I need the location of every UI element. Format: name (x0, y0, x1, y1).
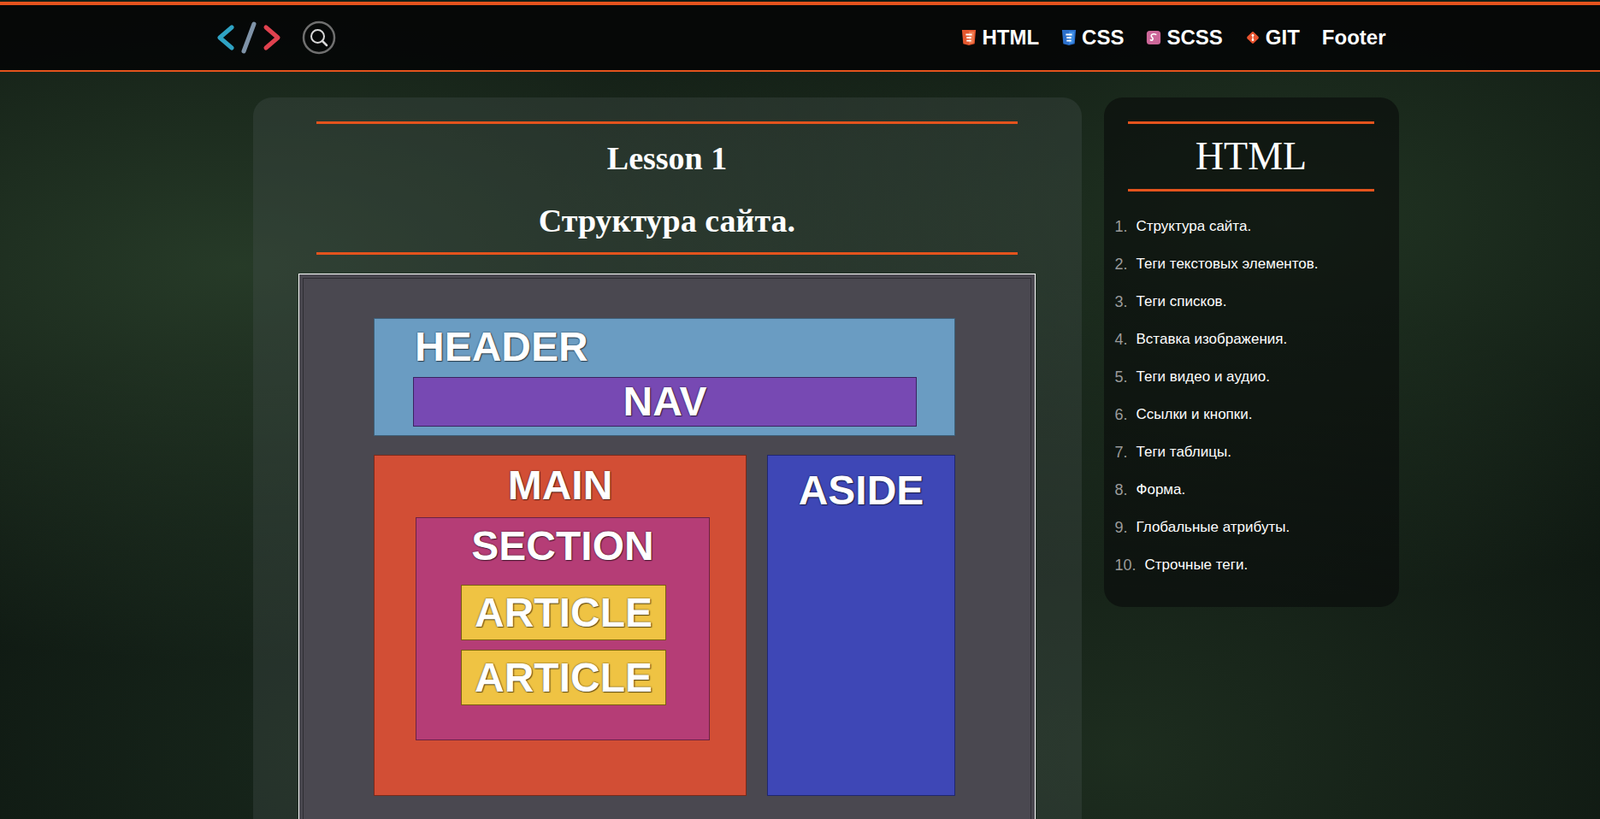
diagram-label: HEADER (413, 324, 955, 371)
diagram-nav-block: NAV (413, 377, 917, 427)
content: Lesson 1 Структура сайта. HEADER NAV MAIN SEC… (227, 71, 1400, 819)
diagram-label: NAV (623, 378, 708, 426)
git-icon (1245, 29, 1261, 47)
diagram-label: ASIDE (767, 467, 955, 514)
item-number: 6. (1115, 395, 1128, 434)
top-bar: HTML CSS SCSS GIT Footer (0, 1, 1600, 72)
item-number: 4. (1115, 320, 1128, 359)
structure-diagram: HEADER NAV MAIN SECTION ARTICLE ARTICLE ASIDE (302, 277, 1032, 819)
lesson-list-item[interactable]: 7.Теги таблицы. (1115, 433, 1400, 472)
lesson-list-card: HTML 1.Структура сайта.2.Теги текстовых э… (1104, 97, 1400, 608)
html5-icon (961, 29, 977, 47)
item-label: Форма. (1136, 471, 1187, 509)
lesson-list-title: HTML (1195, 132, 1307, 181)
item-label: Ссылки и кнопки. (1136, 395, 1253, 434)
diagram-aside-block: ASIDE (767, 454, 956, 797)
lesson-number: Lesson 1 (607, 138, 727, 178)
diagram-label: ARTICLE (474, 590, 653, 637)
lesson-title: Структура сайта. (538, 200, 796, 241)
item-number: 8. (1115, 471, 1128, 509)
css3-icon (1061, 29, 1077, 47)
lesson-card: Lesson 1 Структура сайта. HEADER NAV MAIN SEC… (253, 97, 1082, 819)
item-number: 9. (1115, 508, 1128, 547)
divider (316, 252, 1018, 255)
divider (1127, 121, 1375, 124)
nav-link[interactable]: SCSS (1145, 25, 1223, 50)
diagram-main-block: MAIN SECTION ARTICLE ARTICLE (373, 454, 747, 797)
item-number: 7. (1115, 433, 1128, 472)
item-number: 5. (1115, 358, 1128, 396)
item-label: Теги списков. (1136, 283, 1228, 321)
item-label: Структура сайта. (1136, 207, 1252, 246)
lesson-list-item[interactable]: 1.Структура сайта. (1115, 207, 1400, 246)
item-label: Глобальные атрибуты. (1136, 508, 1291, 547)
lesson-list-item[interactable]: 4.Вставка изображения. (1115, 320, 1400, 359)
lesson-list-item[interactable]: 6.Ссылки и кнопки. (1115, 395, 1400, 434)
item-number: 10. (1115, 546, 1137, 585)
page: HTML CSS SCSS GIT Footer Lesson 1 Структура са… (0, 0, 1600, 819)
diagram-header-block: HEADER NAV (373, 318, 956, 437)
item-number: 1. (1115, 207, 1128, 246)
lesson-list-item[interactable]: 5.Теги видео и аудио. (1115, 358, 1400, 396)
item-label: Теги таблицы. (1136, 433, 1232, 472)
nav-link[interactable]: GIT (1245, 25, 1300, 50)
item-label: Строчные теги. (1145, 546, 1249, 585)
lesson-list-item[interactable]: 8.Форма. (1115, 471, 1400, 509)
lesson-list-item[interactable]: 9.Глобальные атрибуты. (1115, 508, 1400, 547)
lesson-list-item[interactable]: 3.Теги списков. (1115, 283, 1400, 321)
structure-figure: HEADER NAV MAIN SECTION ARTICLE ARTICLE ASIDE (298, 273, 1036, 819)
diagram-label: MAIN (374, 462, 746, 509)
main-nav: HTML CSS SCSS GIT Footer (961, 25, 1386, 50)
nav-link[interactable]: Footer (1322, 25, 1387, 50)
brand (214, 20, 337, 55)
diagram-label: ARTICLE (474, 655, 653, 702)
item-label: Вставка изображения. (1136, 320, 1288, 359)
search-icon (301, 20, 337, 55)
item-label: Теги текстовых элементов. (1136, 245, 1319, 284)
diagram-section-block: SECTION ARTICLE ARTICLE (415, 517, 710, 741)
code-logo-icon[interactable] (214, 20, 284, 55)
lesson-list-item[interactable]: 2.Теги текстовых элементов. (1115, 245, 1400, 284)
item-label: Теги видео и аудио. (1136, 358, 1270, 396)
divider (1127, 188, 1375, 192)
lesson-list-item[interactable]: 10. Строчные теги. (1115, 546, 1400, 585)
diagram-label: SECTION (416, 523, 709, 570)
nav-link[interactable]: HTML (961, 25, 1040, 50)
diagram-article-block: ARTICLE (460, 584, 667, 641)
nav-link[interactable]: CSS (1061, 25, 1124, 50)
sass-icon (1145, 29, 1162, 47)
lesson-list: 1.Структура сайта.2.Теги текстовых элеме… (1104, 207, 1400, 585)
divider (316, 121, 1018, 124)
search-button[interactable] (301, 20, 337, 55)
diagram-article-block: ARTICLE (460, 649, 667, 706)
item-number: 2. (1115, 245, 1128, 284)
item-number: 3. (1115, 283, 1128, 321)
